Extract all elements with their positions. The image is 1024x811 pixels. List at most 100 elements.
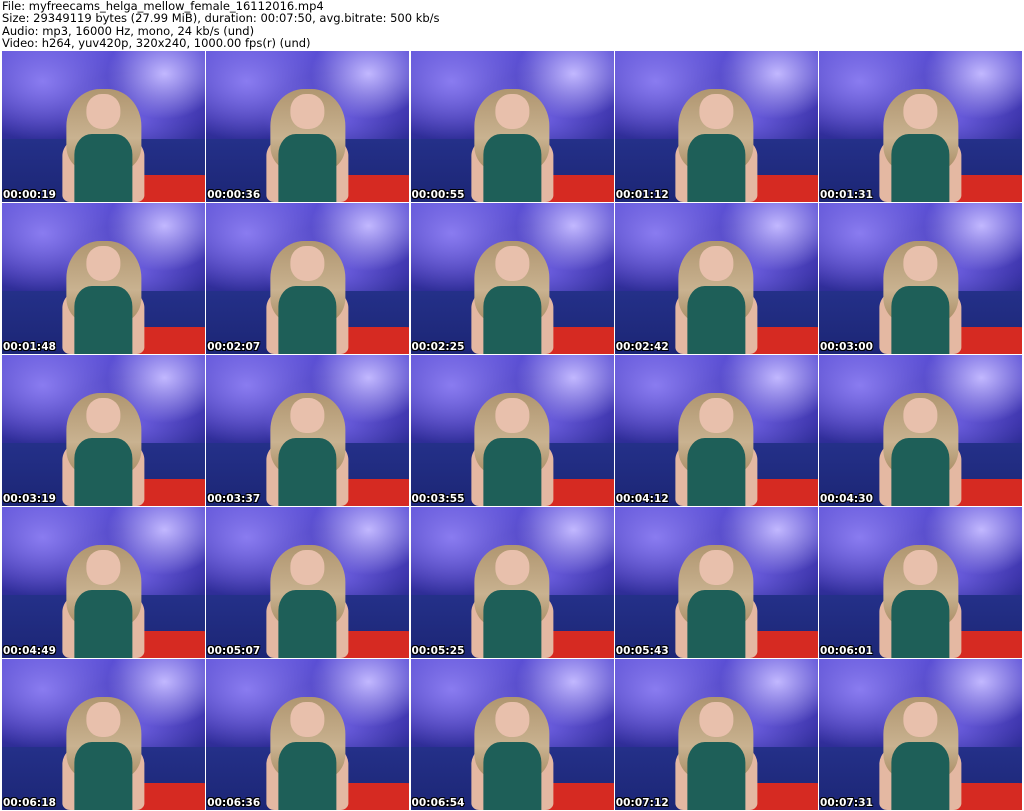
video-thumbnail: 00:06:18	[2, 659, 205, 810]
person-face	[86, 701, 121, 737]
person-image	[61, 540, 146, 658]
person-face	[903, 701, 938, 737]
person-top	[891, 741, 950, 810]
timestamp-label: 00:03:55	[411, 493, 465, 505]
person-face	[290, 245, 325, 281]
person-face	[86, 93, 121, 129]
timestamp-label: 00:05:25	[411, 645, 465, 657]
person-top	[278, 437, 337, 506]
person-image	[469, 540, 554, 658]
person-image	[265, 540, 350, 658]
person-face	[699, 549, 734, 585]
video-thumbnail: 00:00:36	[206, 51, 410, 202]
timestamp-label: 00:01:31	[820, 189, 874, 201]
timestamp-label: 00:07:31	[820, 797, 874, 809]
person-face	[903, 549, 938, 585]
timestamp-label: 00:06:01	[820, 645, 874, 657]
video-thumbnail: 00:02:25	[410, 203, 614, 354]
person-top	[687, 741, 746, 810]
timestamp-label: 00:06:54	[411, 797, 465, 809]
person-face	[86, 397, 121, 433]
person-image	[674, 84, 759, 202]
timestamp-label: 00:06:36	[207, 797, 261, 809]
person-top	[483, 285, 541, 354]
timestamp-label: 00:03:19	[3, 493, 57, 505]
video-thumbnail: 00:06:36	[206, 659, 410, 810]
person-top	[891, 285, 950, 354]
video-thumbnail: 00:00:55	[410, 51, 614, 202]
person-top	[278, 741, 337, 810]
person-face	[86, 245, 121, 281]
person-image	[674, 692, 759, 810]
video-thumbnail: 00:03:00	[819, 203, 1022, 354]
person-image	[674, 540, 759, 658]
video-thumbnail: 00:00:19	[2, 51, 205, 202]
person-top	[687, 133, 746, 202]
file-info-header: File: myfreecams_helga_mellow_female_161…	[2, 0, 1022, 50]
person-top	[74, 133, 133, 202]
thumbnail-grid: 00:00:19 00:00:36 00:00:55 00:01:12 00:01:31…	[2, 51, 1022, 810]
person-image	[878, 692, 963, 810]
person-face	[699, 701, 734, 737]
person-top	[687, 589, 746, 658]
person-top	[278, 285, 337, 354]
person-top	[891, 133, 950, 202]
person-image	[878, 540, 963, 658]
video-thumbnail: 00:04:49	[2, 507, 205, 658]
person-face	[290, 701, 325, 737]
person-image	[469, 388, 554, 506]
video-thumbnail: 00:07:12	[614, 659, 818, 810]
person-face	[699, 93, 734, 129]
person-top	[74, 741, 133, 810]
video-thumbnail: 00:03:55	[410, 355, 614, 506]
video-thumbnail: 00:05:07	[206, 507, 410, 658]
person-image	[674, 236, 759, 354]
person-image	[265, 692, 350, 810]
person-top	[74, 589, 133, 658]
person-image	[469, 236, 554, 354]
person-image	[469, 692, 554, 810]
person-face	[903, 245, 938, 281]
timestamp-label: 00:01:12	[615, 189, 669, 201]
person-face	[290, 93, 325, 129]
person-face	[699, 245, 734, 281]
timestamp-label: 00:05:07	[207, 645, 261, 657]
person-face	[494, 245, 530, 281]
video-thumbnail: 00:01:31	[819, 51, 1022, 202]
person-top	[891, 437, 950, 506]
person-image	[265, 236, 350, 354]
timestamp-label: 00:03:37	[207, 493, 261, 505]
timestamp-label: 00:06:18	[3, 797, 57, 809]
person-top	[891, 589, 950, 658]
file-size-line: Size: 29349119 bytes (27.99 MiB), durati…	[2, 11, 440, 26]
video-thumbnail: 00:04:12	[614, 355, 818, 506]
person-top	[278, 589, 337, 658]
person-top	[74, 437, 133, 506]
timestamp-label: 00:07:12	[615, 797, 669, 809]
person-image	[61, 236, 146, 354]
person-image	[265, 84, 350, 202]
person-face	[903, 93, 938, 129]
video-thumbnail: 00:02:42	[614, 203, 818, 354]
person-top	[278, 133, 337, 202]
person-face	[290, 549, 325, 585]
person-face	[494, 93, 530, 129]
video-thumbnail: 00:05:25	[410, 507, 614, 658]
person-face	[903, 397, 938, 433]
person-top	[483, 133, 541, 202]
person-image	[878, 388, 963, 506]
person-image	[61, 692, 146, 810]
timestamp-label: 00:00:55	[411, 189, 465, 201]
video-thumbnail: 00:06:54	[410, 659, 614, 810]
person-face	[290, 397, 325, 433]
video-thumbnail: 00:01:12	[614, 51, 818, 202]
person-top	[74, 285, 133, 354]
video-thumbnail: 00:03:37	[206, 355, 410, 506]
person-image	[674, 388, 759, 506]
timestamp-label: 00:02:25	[411, 341, 465, 353]
video-thumbnail: 00:04:30	[819, 355, 1022, 506]
video-info-line: Video: h264, yuv420p, 320x240, 1000.00 f…	[2, 35, 311, 50]
timestamp-label: 00:00:36	[207, 189, 261, 201]
video-thumbnail: 00:06:01	[819, 507, 1022, 658]
person-top	[483, 589, 541, 658]
